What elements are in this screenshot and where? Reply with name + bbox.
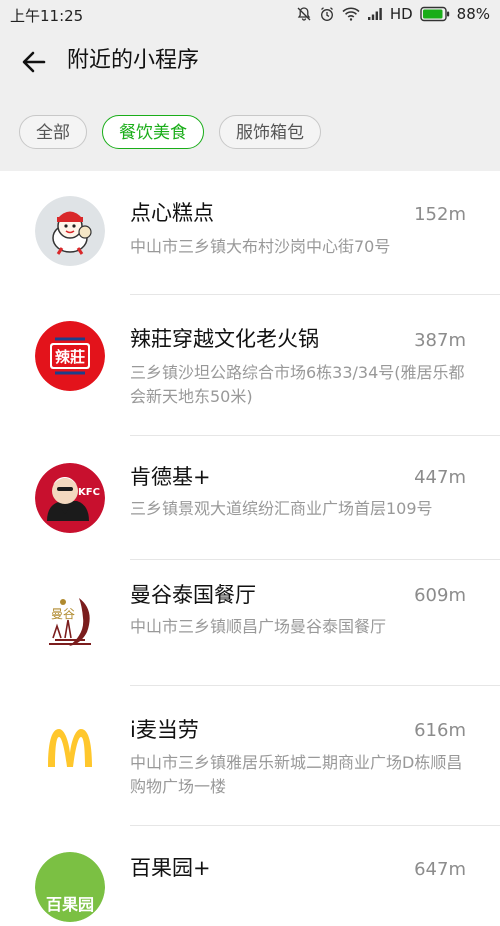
lazhuang-logo: 辣莊 [35, 321, 105, 391]
tab-food[interactable]: 餐饮美食 [102, 115, 204, 149]
list-item[interactable]: 点心糕点 152m 中山市三乡镇大布村沙岗中心街70号 [0, 171, 500, 295]
category-tabs: 全部 餐饮美食 服饰箱包 [19, 115, 321, 149]
status-time: 上午11:25 [10, 7, 84, 25]
bangkok-logo: 曼谷 [35, 588, 105, 658]
logo-text: KFC [78, 487, 100, 498]
nav-bar: 附近的小程序 [0, 36, 500, 88]
logo-text: 百果园 [46, 895, 94, 914]
wifi-icon [342, 7, 360, 21]
page-title: 附近的小程序 [67, 48, 200, 73]
item-name: i麦当劳 [130, 718, 199, 742]
tab-all[interactable]: 全部 [19, 115, 87, 149]
item-distance: 616m [414, 720, 466, 741]
item-distance: 387m [414, 330, 466, 351]
item-name: 肯德基+ [130, 465, 211, 489]
logo-text: 辣莊 [55, 348, 85, 366]
network-label: HD [389, 5, 413, 23]
item-name: 百果园+ [130, 856, 211, 880]
kfc-logo: KFC [35, 463, 105, 533]
list-item[interactable]: KFC 肯德基+ 447m 三乡镇景观大道缤纷汇商业广场首层109号 [0, 436, 500, 560]
item-address: 中山市三乡镇雅居乐新城二期商业广场D栋顺昌购物广场一楼 [130, 753, 463, 796]
item-distance: 609m [414, 585, 466, 606]
baiguoyuan-logo: 百果园 [35, 852, 105, 922]
chef-mascot-icon [35, 196, 105, 266]
list-item[interactable]: 曼谷 曼谷泰国餐厅 609m 中山市三乡镇顺昌广场曼谷泰国餐厅 [0, 560, 500, 686]
mcdonalds-logo [35, 713, 105, 783]
status-bar: 上午11:25 HD 88% [0, 0, 500, 28]
item-name: 点心糕点 [130, 201, 214, 225]
item-distance: 152m [414, 204, 466, 225]
battery-percent: 88% [456, 5, 490, 23]
list-item[interactable]: 百果园 百果园+ 647m [0, 826, 500, 926]
item-name: 曼谷泰国餐厅 [130, 583, 256, 607]
item-name: 辣莊穿越文化老火锅 [130, 327, 319, 351]
item-address: 三乡镇景观大道缤纷汇商业广场首层109号 [130, 499, 433, 518]
signal-icon [367, 7, 383, 21]
item-address: 中山市三乡镇顺昌广场曼谷泰国餐厅 [130, 617, 387, 636]
logo-text: 曼谷 [51, 607, 75, 621]
status-icons: HD 88% [296, 5, 490, 23]
mini-program-list: 点心糕点 152m 中山市三乡镇大布村沙岗中心街70号 辣莊 辣莊穿越文化老火锅… [0, 171, 500, 926]
list-item[interactable]: i麦当劳 616m 中山市三乡镇雅居乐新城二期商业广场D栋顺昌购物广场一楼 [0, 686, 500, 826]
alarm-icon [319, 6, 335, 22]
item-distance: 647m [414, 859, 466, 880]
item-distance: 447m [414, 467, 466, 488]
item-address: 三乡镇沙坦公路综合市场6栋33/34号(雅居乐都会新天地东50米) [130, 363, 465, 406]
battery-icon [419, 6, 450, 22]
mute-icon [296, 6, 312, 22]
item-address: 中山市三乡镇大布村沙岗中心街70号 [130, 237, 391, 256]
tab-apparel[interactable]: 服饰箱包 [219, 115, 321, 149]
back-arrow-icon[interactable] [20, 48, 48, 76]
list-item[interactable]: 辣莊 辣莊穿越文化老火锅 387m 三乡镇沙坦公路综合市场6栋33/34号(雅居… [0, 295, 500, 436]
